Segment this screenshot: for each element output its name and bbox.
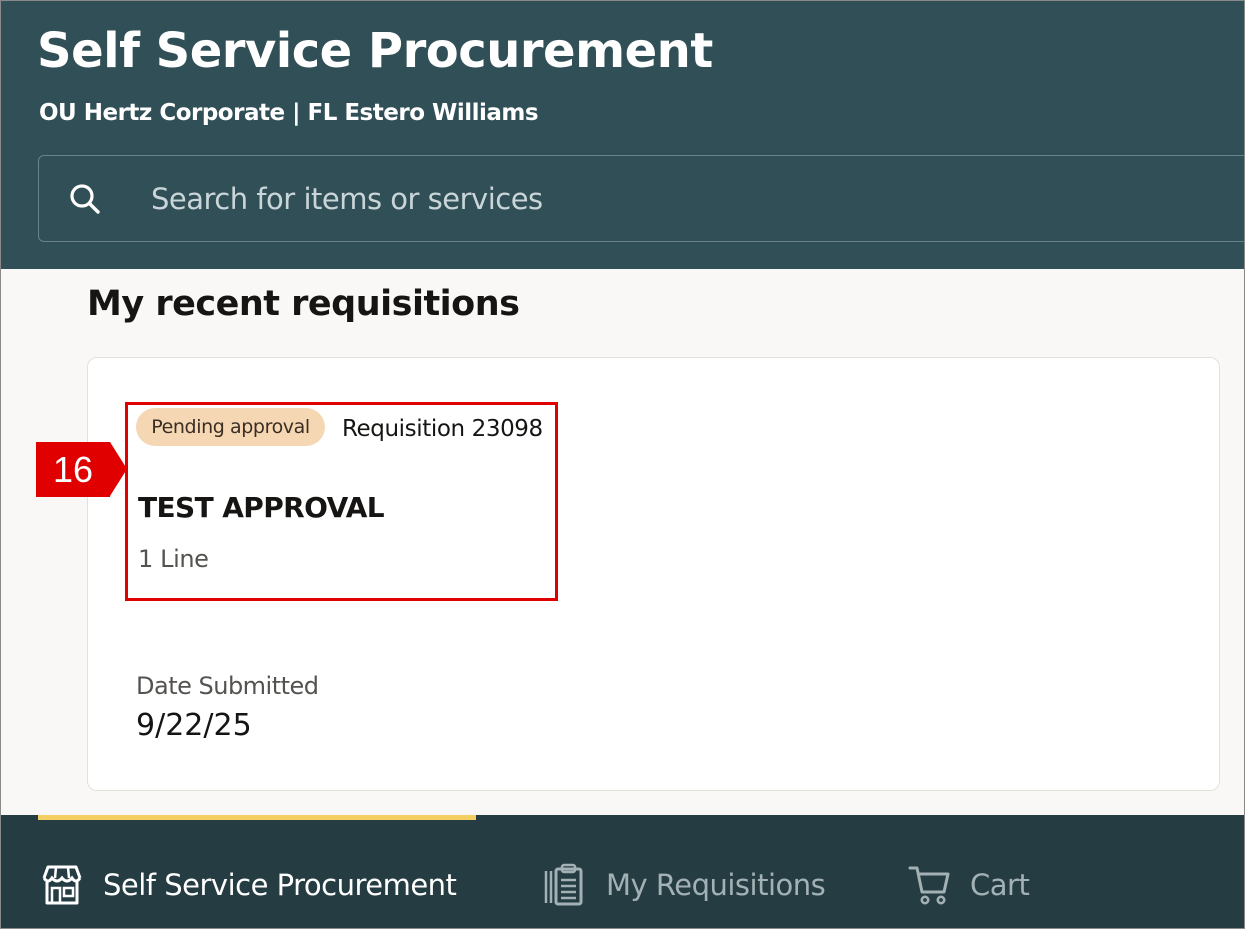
requisition-number: Requisition 23098 bbox=[342, 416, 543, 442]
date-submitted-label: Date Submitted bbox=[136, 672, 319, 700]
clipboard-list-icon bbox=[544, 863, 583, 906]
nav-label-my-requisitions: My Requisitions bbox=[606, 868, 826, 902]
app-window: Self Service Procurement OU Hertz Corpor… bbox=[0, 0, 1245, 929]
nav-label-self-service-procurement: Self Service Procurement bbox=[103, 868, 457, 902]
nav-item-self-service-procurement[interactable]: Self Service Procurement bbox=[39, 855, 457, 915]
requisition-title: TEST APPROVAL bbox=[138, 491, 385, 524]
requisition-line-count: 1 Line bbox=[138, 545, 209, 573]
requisition-card[interactable]: Pending approval Requisition 23098 TEST … bbox=[87, 357, 1220, 791]
active-tab-indicator bbox=[38, 815, 476, 820]
cart-icon bbox=[908, 866, 950, 905]
storefront-icon bbox=[42, 865, 82, 905]
date-submitted-value: 9/22/25 bbox=[136, 708, 252, 743]
nav-item-my-requisitions[interactable]: My Requisitions bbox=[542, 855, 826, 915]
nav-label-cart: Cart bbox=[970, 868, 1030, 902]
search-input[interactable] bbox=[151, 156, 1231, 241]
page-header: Self Service Procurement OU Hertz Corpor… bbox=[1, 1, 1244, 269]
app-title: Self Service Procurement bbox=[37, 23, 713, 79]
bottom-navigation: Self Service Procurement My Requisitions bbox=[1, 815, 1244, 928]
nav-item-cart[interactable]: Cart bbox=[908, 855, 1030, 915]
business-unit-subtitle: OU Hertz Corporate | FL Estero Williams bbox=[39, 100, 539, 126]
section-title-recent-requisitions: My recent requisitions bbox=[87, 284, 520, 324]
status-badge: Pending approval bbox=[136, 408, 325, 446]
search-icon[interactable] bbox=[67, 181, 103, 217]
step-number-callout: 16 bbox=[36, 442, 127, 497]
search-bar[interactable] bbox=[38, 155, 1244, 242]
